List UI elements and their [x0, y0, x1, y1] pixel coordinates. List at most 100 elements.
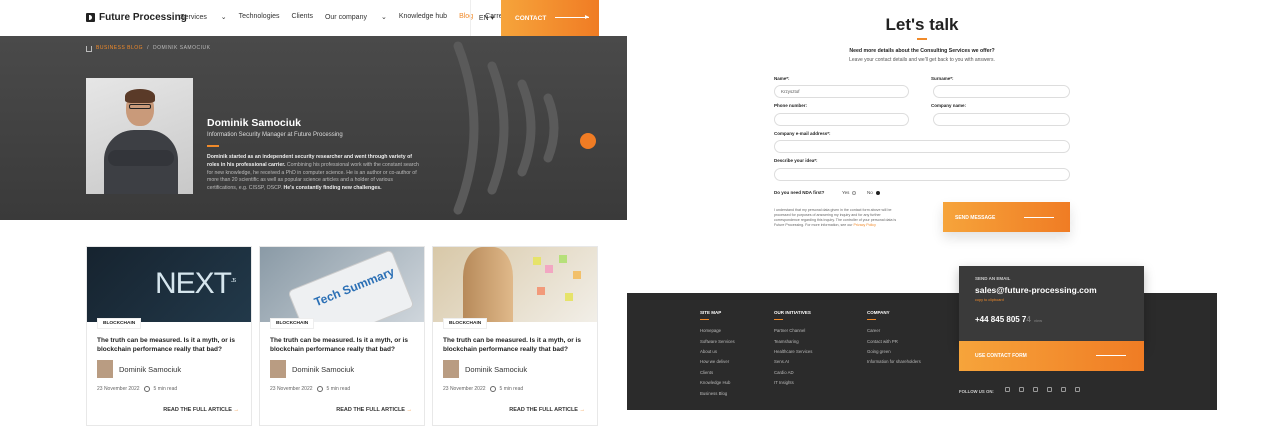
footer-link[interactable]: Teamsharing	[774, 337, 812, 347]
name-field[interactable]: Krzysztof	[774, 85, 909, 98]
article-cards: NEXT.JS BLOCKCHAIN The truth can be meas…	[86, 246, 598, 426]
footer-link[interactable]: IT Insights	[774, 378, 812, 388]
author-name: Dominik Samociuk	[207, 117, 301, 129]
article-image: Tech Summary	[260, 247, 424, 322]
copy-to-clipboard-link[interactable]: copy to clipboard	[975, 298, 1128, 302]
footer-link[interactable]: Going green	[867, 347, 921, 357]
subtitle-secondary: Leave your contact details and we'll get…	[849, 57, 995, 63]
phone-visible: +44 845 805 7	[975, 315, 1027, 324]
contact-label: CONTACT	[515, 14, 547, 22]
footer-link[interactable]: Business Blog	[700, 389, 735, 399]
category-tag[interactable]: BLOCKCHAIN	[270, 318, 315, 329]
footer-col-initiatives: OUR INITIATIVES Partner Channel Teamshar…	[774, 310, 812, 389]
behance-icon[interactable]	[1047, 387, 1052, 392]
twitter-icon[interactable]	[1019, 387, 1024, 392]
youtube-icon[interactable]	[1075, 387, 1080, 392]
language-label: EN	[478, 14, 489, 22]
phone-field[interactable]	[774, 113, 909, 126]
footer-link[interactable]: Career	[867, 326, 921, 336]
chevron-down-icon: ⌄	[380, 14, 387, 21]
read-more-link[interactable]: READ THE FULL ARTICLE →	[336, 407, 412, 413]
privacy-policy-link[interactable]: Privacy Policy	[854, 223, 876, 227]
language-selector[interactable]: EN ▾	[470, 0, 502, 36]
nda-no-radio[interactable]: No	[867, 190, 880, 195]
phone-label: Phone number:	[774, 103, 808, 108]
page-title: Let's talk	[885, 15, 959, 34]
photo-arms	[108, 150, 174, 166]
author-title: Information Security Manager at Future P…	[207, 132, 343, 138]
idea-label: Describe your idea*:	[774, 158, 818, 163]
article-meta: 23 November 2022 5 min read	[270, 386, 350, 392]
breadcrumb: BUSINESS BLOG / DOMINIK SAMOCIUK	[86, 44, 210, 52]
footer-link[interactable]: Homepage	[700, 326, 735, 336]
nav-item-clients[interactable]: Clients	[292, 13, 313, 21]
logo[interactable]: Future Processing	[86, 12, 187, 23]
footer-link[interactable]: Cardio AD	[774, 368, 812, 378]
email-field[interactable]	[774, 140, 1070, 153]
top-navigation: Future Processing Services ⌄ Technologie…	[0, 0, 627, 36]
email-box: SEND AN EMAIL sales@future-processing.co…	[959, 266, 1144, 346]
footer-link[interactable]: Clients	[700, 368, 735, 378]
footer-link[interactable]: Sens.AI	[774, 357, 812, 367]
footer-link[interactable]: Healthcare Services	[774, 347, 812, 357]
footer-link[interactable]: Software Services	[700, 337, 735, 347]
linkedin-icon[interactable]	[1005, 387, 1010, 392]
nda-yes-radio[interactable]: Yes	[842, 190, 857, 195]
breadcrumb-business-blog[interactable]: BUSINESS BLOG	[96, 45, 143, 51]
category-tag[interactable]: BLOCKCHAIN	[443, 318, 488, 329]
company-field[interactable]	[933, 113, 1070, 126]
footer-link[interactable]: About us	[700, 347, 735, 357]
article-image	[433, 247, 597, 322]
article-title[interactable]: The truth can be measured. Is it a myth,…	[443, 336, 591, 354]
article-author[interactable]: Dominik Samociuk	[270, 360, 354, 378]
use-contact-form-button[interactable]: USE CONTACT FORM	[959, 341, 1144, 371]
article-title[interactable]: The truth can be measured. Is it a myth,…	[270, 336, 418, 354]
arrow-right-icon	[1096, 355, 1126, 356]
article-title[interactable]: The truth can be measured. Is it a myth,…	[97, 336, 245, 354]
footer-link[interactable]: Contact with PR	[867, 337, 921, 347]
name-label: Name*:	[774, 76, 790, 81]
logo-icon	[86, 13, 95, 22]
idea-field[interactable]	[774, 168, 1070, 181]
radio-icon	[875, 190, 880, 195]
footer-link[interactable]: Knowledge Hub	[700, 378, 735, 388]
email-address[interactable]: sales@future-processing.com	[975, 285, 1128, 295]
view-phone-link[interactable]: view	[1034, 319, 1042, 323]
sticky-note	[545, 265, 553, 273]
footer-link[interactable]: Information for shareholders	[867, 357, 921, 367]
nav-item-services[interactable]: Services ⌄	[180, 13, 227, 21]
blog-author-page: Future Processing Services ⌄ Technologie…	[0, 0, 627, 440]
article-card[interactable]: Tech Summary BLOCKCHAIN The truth can be…	[259, 246, 425, 426]
send-label: SEND MESSAGE	[955, 215, 996, 221]
decorative-waves	[453, 41, 559, 215]
read-more-link[interactable]: READ THE FULL ARTICLE →	[163, 407, 239, 413]
surname-field[interactable]	[933, 85, 1070, 98]
chevron-down-icon: ⌄	[220, 14, 227, 21]
nav-item-technologies[interactable]: Technologies	[239, 13, 280, 21]
footer-link[interactable]: How we deliver	[700, 357, 735, 367]
nav-item-our-company[interactable]: Our company ⌄	[325, 13, 387, 21]
accent-divider	[700, 319, 709, 321]
footer-col-sitemap: SITE MAP Homepage Software Services Abou…	[700, 310, 735, 399]
legal-text: I understand that my personal data given…	[774, 208, 897, 227]
photo-hair	[125, 89, 155, 103]
phone-number: +44 845 805 74 view	[975, 315, 1128, 324]
article-author[interactable]: Dominik Samociuk	[97, 360, 181, 378]
article-card[interactable]: BLOCKCHAIN The truth can be measured. Is…	[432, 246, 598, 426]
read-more-link[interactable]: READ THE FULL ARTICLE →	[509, 407, 585, 413]
category-tag[interactable]: BLOCKCHAIN	[97, 318, 142, 329]
bio-bold-end: He's constantly finding new challenges.	[282, 185, 382, 192]
company-label: Company name:	[931, 103, 967, 108]
contact-button[interactable]: CONTACT	[501, 0, 599, 36]
instagram-icon[interactable]	[1033, 387, 1038, 392]
dribbble-icon[interactable]	[1061, 387, 1066, 392]
accent-divider	[917, 38, 927, 40]
email-label: Company e-mail address*:	[774, 131, 831, 136]
home-icon[interactable]	[86, 46, 92, 52]
send-message-button[interactable]: SEND MESSAGE	[943, 202, 1070, 232]
article-card[interactable]: NEXT.JS BLOCKCHAIN The truth can be meas…	[86, 246, 252, 426]
article-author[interactable]: Dominik Samociuk	[443, 360, 527, 378]
nav-item-knowledge-hub[interactable]: Knowledge hub	[399, 13, 447, 21]
phone-hidden: 4	[1026, 315, 1031, 324]
footer-link[interactable]: Partner Channel	[774, 326, 812, 336]
